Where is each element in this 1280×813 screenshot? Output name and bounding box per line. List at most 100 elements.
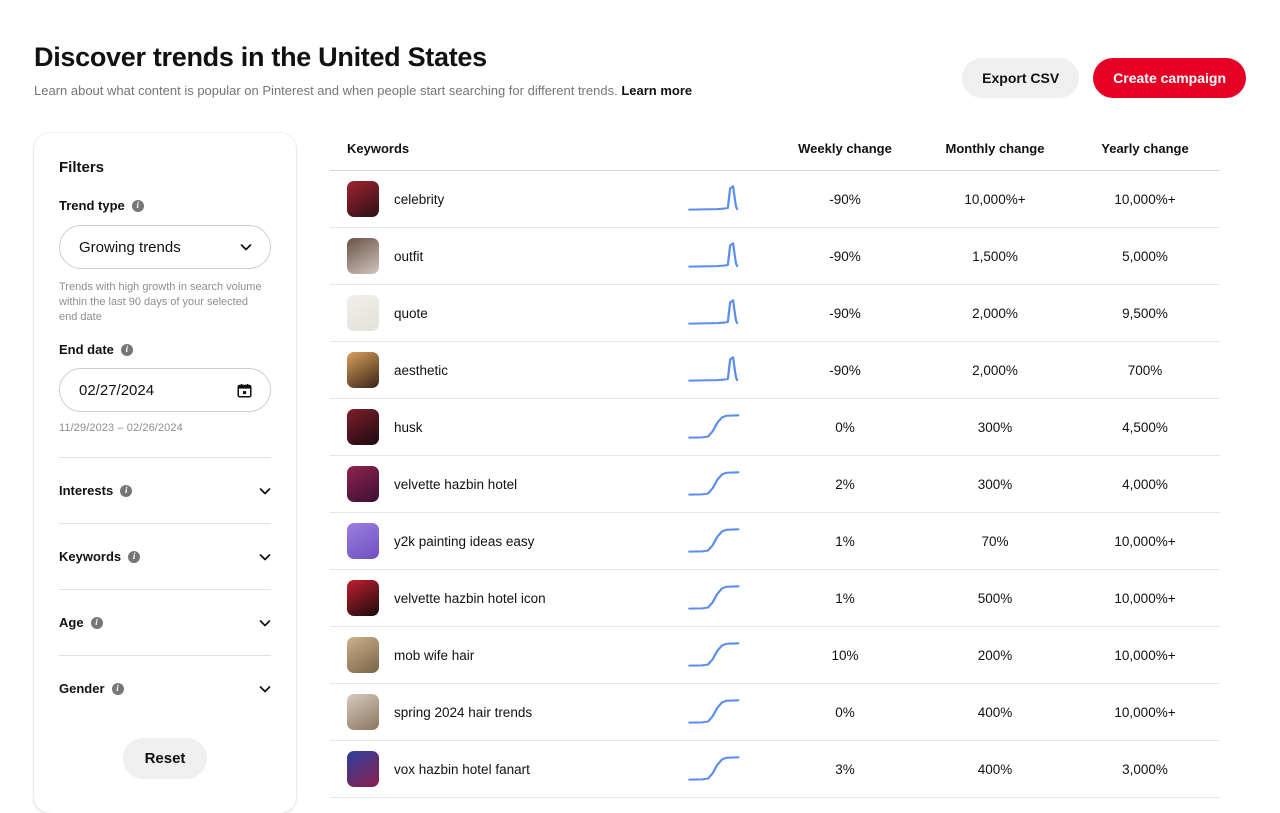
sparkline-cell — [660, 296, 770, 330]
sparkline-chart — [687, 581, 743, 615]
yearly-change-value: 10,000%+ — [1070, 705, 1220, 720]
keyword-thumbnail[interactable] — [347, 466, 379, 502]
weekly-change-value: 10% — [770, 648, 920, 663]
keyword-thumbnail[interactable] — [347, 409, 379, 445]
keyword-label: y2k painting ideas easy — [394, 534, 534, 549]
trend-type-label-row: Trend type i — [59, 198, 271, 213]
monthly-change-value: 500% — [920, 591, 1070, 606]
sparkline-cell — [660, 239, 770, 273]
table-row[interactable]: outfit-90%1,500%5,000% — [330, 228, 1220, 285]
accordion-interests-label: Interests — [59, 483, 113, 498]
accordion-keywords-label: Keywords — [59, 549, 121, 564]
trends-page: Discover trends in the United States Lea… — [0, 0, 1280, 813]
sparkline-cell — [660, 353, 770, 387]
keyword-cell: aesthetic — [330, 352, 660, 388]
accordion-age[interactable]: Age i — [59, 589, 271, 655]
monthly-change-value: 1,500% — [920, 249, 1070, 264]
yearly-change-value: 4,000% — [1070, 477, 1220, 492]
keyword-label: husk — [394, 420, 423, 435]
table-row[interactable]: aesthetic-90%2,000%700% — [330, 342, 1220, 399]
keyword-cell: vox hazbin hotel fanart — [330, 751, 660, 787]
keyword-thumbnail[interactable] — [347, 751, 379, 787]
sparkline-chart — [687, 695, 743, 729]
table-row[interactable]: spring 2024 hair trends0%400%10,000%+ — [330, 684, 1220, 741]
info-icon[interactable]: i — [128, 551, 140, 563]
yearly-change-value: 3,000% — [1070, 762, 1220, 777]
reset-button[interactable]: Reset — [123, 738, 208, 779]
info-icon[interactable]: i — [132, 200, 144, 212]
keyword-thumbnail[interactable] — [347, 352, 379, 388]
keyword-cell: celebrity — [330, 181, 660, 217]
monthly-change-value: 300% — [920, 420, 1070, 435]
table-row[interactable]: y2k painting ideas easy 1%70%10,000%+ — [330, 513, 1220, 570]
weekly-change-value: -90% — [770, 249, 920, 264]
info-icon[interactable]: i — [91, 617, 103, 629]
keyword-label: vox hazbin hotel fanart — [394, 762, 530, 777]
keyword-label: mob wife hair — [394, 648, 474, 663]
accordion-age-label: Age — [59, 615, 84, 630]
weekly-change-value: 2% — [770, 477, 920, 492]
reset-button-wrap: Reset — [34, 738, 296, 779]
keyword-cell: quote — [330, 295, 660, 331]
monthly-change-value: 70% — [920, 534, 1070, 549]
export-csv-button[interactable]: Export CSV — [962, 58, 1079, 98]
filter-accordions: Interests i Keywords i Age i — [59, 457, 271, 721]
trend-type-select[interactable]: Growing trends — [59, 225, 271, 269]
yearly-change-value: 10,000%+ — [1070, 534, 1220, 549]
column-header-yearly-change[interactable]: Yearly change — [1070, 141, 1220, 156]
accordion-keywords-label-row: Keywords i — [59, 549, 140, 564]
sparkline-chart — [687, 524, 743, 558]
accordion-gender[interactable]: Gender i — [59, 655, 271, 721]
table-row[interactable]: husk0%300%4,500% — [330, 399, 1220, 456]
keyword-thumbnail[interactable] — [347, 181, 379, 217]
weekly-change-value: 1% — [770, 534, 920, 549]
accordion-interests[interactable]: Interests i — [59, 457, 271, 523]
keyword-cell: y2k painting ideas easy — [330, 523, 660, 559]
column-header-monthly-change[interactable]: Monthly change — [920, 141, 1070, 156]
keyword-label: aesthetic — [394, 363, 448, 378]
sparkline-cell — [660, 410, 770, 444]
create-campaign-button[interactable]: Create campaign — [1093, 58, 1246, 98]
learn-more-link[interactable]: Learn more — [621, 83, 692, 98]
sparkline-chart — [687, 239, 743, 273]
info-icon[interactable]: i — [120, 485, 132, 497]
accordion-age-label-row: Age i — [59, 615, 103, 630]
chevron-down-icon — [259, 485, 271, 497]
info-icon[interactable]: i — [121, 344, 133, 356]
keyword-cell: husk — [330, 409, 660, 445]
column-header-weekly-change[interactable]: Weekly change — [770, 141, 920, 156]
weekly-change-value: 1% — [770, 591, 920, 606]
keyword-thumbnail[interactable] — [347, 694, 379, 730]
table-row[interactable]: vox hazbin hotel fanart3%400%3,000% — [330, 741, 1220, 798]
table-row[interactable]: velvette hazbin hotel2%300%4,000% — [330, 456, 1220, 513]
keyword-thumbnail[interactable] — [347, 295, 379, 331]
keyword-thumbnail[interactable] — [347, 637, 379, 673]
keyword-thumbnail[interactable] — [347, 523, 379, 559]
column-header-keywords[interactable]: Keywords — [330, 141, 660, 156]
keyword-label: quote — [394, 306, 428, 321]
weekly-change-value: -90% — [770, 192, 920, 207]
table-row[interactable]: celebrity-90%10,000%+10,000%+ — [330, 171, 1220, 228]
end-date-input[interactable]: 02/27/2024 — [59, 368, 271, 412]
keyword-thumbnail[interactable] — [347, 580, 379, 616]
accordion-keywords[interactable]: Keywords i — [59, 523, 271, 589]
table-row[interactable]: quote-90%2,000%9,500% — [330, 285, 1220, 342]
keyword-thumbnail[interactable] — [347, 238, 379, 274]
end-date-filter: End date i 02/27/2024 11/29/2023 – 02/26… — [59, 342, 271, 434]
table-row[interactable]: mob wife hair10%200%10,000%+ — [330, 627, 1220, 684]
sparkline-chart — [687, 752, 743, 786]
keyword-cell: velvette hazbin hotel icon — [330, 580, 660, 616]
sparkline-chart — [687, 353, 743, 387]
keyword-cell: outfit — [330, 238, 660, 274]
yearly-change-value: 10,000%+ — [1070, 192, 1220, 207]
chevron-down-icon — [259, 551, 271, 563]
sparkline-chart — [687, 296, 743, 330]
table-row[interactable]: velvette hazbin hotel icon1%500%10,000%+ — [330, 570, 1220, 627]
info-icon[interactable]: i — [112, 683, 124, 695]
calendar-icon[interactable] — [237, 383, 252, 398]
monthly-change-value: 2,000% — [920, 363, 1070, 378]
sparkline-cell — [660, 581, 770, 615]
trends-table: Keywords Weekly change Monthly change Ye… — [330, 133, 1220, 798]
sparkline-cell — [660, 467, 770, 501]
accordion-gender-label-row: Gender i — [59, 681, 124, 696]
